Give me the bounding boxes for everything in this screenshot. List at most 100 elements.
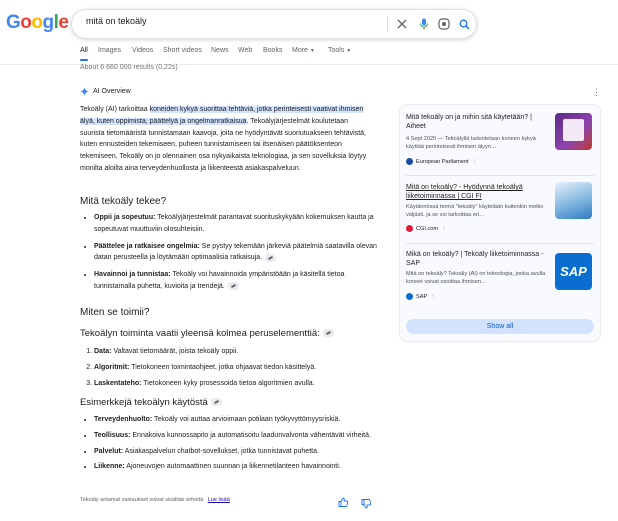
list-item: Laskentateho: Tietokoneen kyky prosessoi… [94,378,382,390]
heading-how-it-works: Miten se toimii? [80,307,150,318]
more-options-icon[interactable]: ⋮ [592,87,601,98]
source-site: European Parliament ⋮ [406,158,477,165]
link-icon[interactable] [210,398,222,407]
list-item: Palvelut: Asiakaspalvelun chatbot-sovell… [94,446,382,458]
thumbs-down-icon[interactable] [361,496,372,514]
three-list: Data: Valtavat tietomäärät, joista tekoä… [82,346,382,393]
google-logo[interactable]: Google [6,12,69,34]
what-list: Oppii ja sopeutuu: Tekoälyjärjestelmät p… [82,212,382,298]
heading-examples-text: Esimerkkejä tekoälyn käytöstä [80,397,208,408]
source-site: CGI.com ⋮ [406,225,447,232]
clear-icon[interactable] [394,16,410,32]
item-term: Havainnoi ja tunnistaa: [94,271,171,279]
chevron-down-icon: ▼ [346,48,352,54]
logo-letter: e [58,12,69,33]
list-item: Data: Valtavat tietomäärät, joista tekoä… [94,346,382,358]
list-item: Liikenne: Ajoneuvojen automaattinen suun… [94,461,382,473]
tab-more[interactable]: More ▼ [292,47,315,54]
source-site: SAP ⋮ [406,293,436,300]
link-icon[interactable] [322,329,334,338]
site-name: SAP [416,293,428,300]
source-thumbnail[interactable] [555,182,592,219]
item-text: Ennakoiva kunnossapito ja automatisoitu … [130,431,371,439]
tab-tools[interactable]: Tools ▼ [328,47,351,54]
intro-text: Tekoäly (AI) tarkoittaa [80,106,150,113]
ai-overview-intro: Tekoäly (AI) tarkoittaa koneiden kykyä s… [80,104,370,175]
thumbs-up-icon[interactable] [338,494,349,512]
more-options-icon[interactable]: ⋮ [472,159,478,165]
tab-images[interactable]: Images [98,47,121,54]
logo-letter: G [6,12,21,33]
heading-what-ai-does: Mitä tekoäly tekee? [80,196,167,207]
item-text: Tekoäly voi auttaa arvioimaan potilaan t… [152,416,341,423]
show-all-button[interactable]: Show all [406,319,594,334]
site-favicon-icon [406,158,413,165]
more-options-icon[interactable]: ⋮ [430,294,436,300]
link-icon[interactable] [265,253,277,262]
item-text: Ajoneuvojen automaattinen suunnan ja lii… [124,463,341,471]
disclaimer: Tekoäly antamat vastaukset voivat sisält… [80,497,230,503]
item-text: Tietokoneen toimintaohjeet, jotka ohjaav… [129,363,317,371]
tab-news[interactable]: News [211,47,229,54]
item-term: Terveydenhuolto: [94,416,153,423]
site-name: CGI.com [416,225,439,232]
source-snippet: 4 Sept 2020 — Tekoälyllä tarkoitetaan ko… [406,136,536,150]
search-icon[interactable] [456,16,472,32]
site-favicon-icon [406,225,413,232]
source-thumbnail[interactable] [555,113,592,150]
logo-letter: o [20,12,32,33]
list-item: Päättelee ja ratkaisee ongelmia: Se pyst… [94,241,382,265]
item-text: Tietokoneen kyky prosessoida tietoa algo… [141,379,315,387]
sap-logo-thumbnail[interactable]: SAP [555,253,592,290]
item-term: Teollisuus: [94,431,131,439]
search-input[interactable]: mitä on tekoäly [86,16,147,26]
tab-short-videos[interactable]: Short videos [163,47,202,54]
learn-more-link[interactable]: Lue lisää [208,497,230,503]
site-name: European Parliament [416,158,469,165]
heading-three-elements: Tekoälyn toiminta vaatii yleensä kolmea … [80,328,334,339]
item-term: Oppii ja sopeutuu: [94,214,156,221]
tab-videos[interactable]: Videos [132,47,153,54]
item-term: Data: [94,348,112,355]
list-item: Teollisuus: Ennakoiva kunnossapito ja au… [94,430,382,442]
results-count: About 6 660 000 results (0,22s) [80,64,178,71]
source-snippet: Mitä on tekoäly? Tekoäly (AI) on teknolo… [406,271,546,285]
item-term: Palvelut: [94,447,124,455]
item-term: Liikenne: [94,463,125,471]
card-divider [406,243,594,244]
card-divider [406,175,594,176]
search-divider [387,16,388,32]
source-snippet: Käytännössä termä "tekoäly" käytetään ku… [406,204,544,218]
source-title[interactable]: Mikä on tekoäly? | Tekoäly liiketoiminna… [406,250,549,268]
tab-books[interactable]: Books [263,47,282,54]
item-text: Asiakaspalvelun chatbot-sovellukset, jot… [123,447,319,455]
logo-letter: g [42,12,55,33]
search-tabs: All Images Videos Short videos News Web … [80,47,380,61]
site-favicon-icon [406,293,413,300]
item-term: Päättelee ja ratkaisee ongelmia: [94,242,200,250]
heading-examples: Esimerkkejä tekoälyn käytöstä [80,397,222,408]
lens-icon[interactable] [436,16,452,32]
item-text: Valtavat tietomäärät, joista tekoäly opp… [111,348,239,355]
more-options-icon[interactable]: ⋮ [441,226,447,232]
active-tab-indicator [80,59,88,61]
examples-list: Terveydenhuolto: Tekoäly voi auttaa arvi… [82,414,382,477]
chevron-down-icon: ▼ [309,48,315,54]
sources-panel: Mitä tekoäly on ja mihin sitä käytetään?… [399,104,601,342]
list-item: Havainnoi ja tunnistaa: Tekoäly voi hava… [94,269,382,293]
microphone-icon[interactable] [416,16,432,32]
ai-overview-header: AI Overview [80,87,131,96]
tab-all[interactable]: All [80,47,88,54]
tab-tools-label: Tools [328,47,345,54]
sparkle-icon [80,87,89,96]
item-term: Algoritmit: [94,363,130,371]
source-title[interactable]: Mitä on tekoäly? - Hyödynnä tekoälyä lii… [406,183,549,201]
thumb-logo-text: SAP [560,264,587,279]
link-icon[interactable] [227,282,239,291]
source-title[interactable]: Mitä tekoäly on ja mihin sitä käytetään?… [406,113,546,131]
intro-text-rest: . Tekoälyjärjestelmät koulutetaan suuris… [80,117,367,172]
list-item: Terveydenhuolto: Tekoäly voi auttaa arvi… [94,414,382,426]
search-box[interactable]: mitä on tekoäly [71,9,477,39]
tab-web[interactable]: Web [238,47,252,54]
list-item: Algoritmit: Tietokoneen toimintaohjeet, … [94,362,382,374]
